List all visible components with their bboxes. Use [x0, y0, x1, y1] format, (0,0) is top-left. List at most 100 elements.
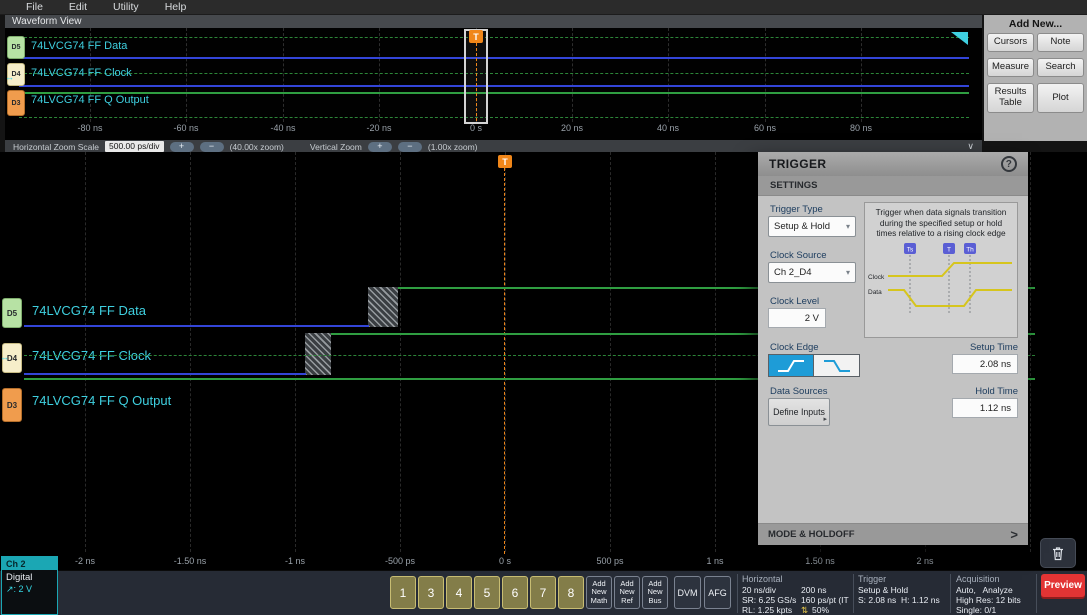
horizontal-zoom-label: Horizontal Zoom Scale	[13, 142, 99, 152]
status-bar: 1 3 4 5 6 7 8 Add New Math Add New Ref A…	[0, 570, 1087, 615]
v-zoom-out-button[interactable]: −	[398, 142, 422, 152]
acquisition-status-title[interactable]: Acquisition	[956, 574, 1000, 584]
digital-channel-button-3[interactable]: 3	[418, 576, 444, 609]
chevron-down-icon: ▾	[846, 222, 850, 231]
menu-file[interactable]: File	[26, 1, 43, 13]
clock-edge-label: Clock Edge	[770, 342, 819, 353]
digital-channel-button-7[interactable]: 7	[530, 576, 556, 609]
afg-button[interactable]: AFG	[704, 576, 731, 609]
zoom-region-box[interactable]	[464, 29, 488, 124]
setup-time-label: Setup Time	[970, 342, 1018, 353]
setup-hold-diagram: Ts T Th Clock Data	[866, 242, 1016, 316]
grid-line	[295, 152, 296, 552]
waveform-view-header: Waveform View	[5, 15, 982, 28]
axis-label: -80 ns	[77, 123, 102, 133]
add-new-bus-button[interactable]: Add New Bus	[642, 576, 668, 609]
falling-edge-icon	[822, 359, 852, 373]
search-button[interactable]: Search	[1037, 58, 1084, 77]
plot-button[interactable]: Plot	[1037, 83, 1084, 113]
v-zoom-in-button[interactable]: +	[368, 142, 392, 152]
add-new-ref-button[interactable]: Add New Ref	[614, 576, 640, 609]
digital-channel-button-1[interactable]: 1	[390, 576, 416, 609]
trace-d3-low-ref	[19, 117, 969, 118]
preview-button[interactable]: Preview	[1041, 574, 1085, 597]
updown-icon: ⇅	[801, 605, 808, 615]
falling-edge-button[interactable]	[814, 354, 860, 377]
clock-source-label: Clock Source	[770, 250, 827, 261]
channel-badge-d3[interactable]: D3	[2, 388, 22, 422]
trigger-times-status: S: 2.08 ns H: 1.12 ns	[858, 595, 940, 605]
clock-level-input[interactable]: 2 V	[768, 308, 826, 328]
clock-source-value: Ch 2_D4	[774, 267, 812, 278]
menu-utility[interactable]: Utility	[113, 1, 139, 13]
clock-source-select[interactable]: Ch 2_D4 ▾	[768, 262, 856, 283]
settings-tab-label: SETTINGS	[770, 180, 818, 191]
axis-label: -20 ns	[366, 123, 391, 133]
define-inputs-button[interactable]: Define Inputs ▸	[768, 398, 830, 426]
acquisition-single: Single: 0/1	[956, 605, 996, 615]
add-new-math-button[interactable]: Add New Math	[586, 576, 612, 609]
transition-region-d4	[305, 333, 331, 375]
channel-name: Ch 2	[2, 557, 57, 570]
grid-line	[379, 28, 380, 122]
setup-time-input[interactable]: 2.08 ns	[952, 354, 1018, 374]
digital-channel-button-5[interactable]: 5	[474, 576, 500, 609]
note-button[interactable]: Note	[1037, 33, 1084, 52]
clock-edge-selector	[768, 354, 860, 377]
trash-icon	[1050, 545, 1066, 562]
results-table-button[interactable]: Results Table	[987, 83, 1034, 113]
t-flag-label: T	[947, 246, 951, 253]
trigger-type-select[interactable]: Setup & Hold ▾	[768, 216, 856, 237]
digital-channel-button-8[interactable]: 8	[558, 576, 584, 609]
channel-ch2-badge[interactable]: Ch 2 Digital ↗: 2 V	[1, 556, 58, 615]
h-zoom-out-button[interactable]: −	[200, 142, 224, 152]
rising-edge-button[interactable]	[768, 354, 814, 377]
th-flag-label: Th	[966, 246, 974, 253]
trace-d4-low	[19, 85, 969, 87]
diagram-clock-label: Clock	[868, 274, 885, 281]
axis-label: -1 ns	[285, 556, 305, 566]
grid-line	[715, 152, 716, 552]
horizontal-zoom-factor: (40.00x zoom)	[230, 142, 284, 152]
channel-badge-d5[interactable]: D5	[2, 298, 22, 328]
hold-time-input[interactable]: 1.12 ns	[952, 398, 1018, 418]
cursors-button[interactable]: Cursors	[987, 33, 1034, 52]
rising-edge-icon: ↗	[6, 584, 14, 594]
axis-label: -60 ns	[173, 123, 198, 133]
trigger-panel-header[interactable]: TRIGGER ?	[758, 152, 1028, 176]
horizontal-status-title[interactable]: Horizontal	[742, 574, 783, 584]
digital-channel-button-6[interactable]: 6	[502, 576, 528, 609]
vertical-zoom-factor: (1.00x zoom)	[428, 142, 478, 152]
channel-badge-d3[interactable]: D3	[7, 90, 25, 116]
trigger-marker-icon[interactable]: T	[469, 30, 483, 43]
waveform-overview[interactable]: D5 D4 D3 ↔ 74LVCG74 FF Data 74LVCG74 FF …	[5, 28, 982, 140]
trigger-marker-icon[interactable]: T	[498, 155, 512, 168]
clock-level-label: Clock Level	[770, 296, 819, 307]
acquisition-mode: Auto, Analyze	[956, 585, 1013, 595]
channel-label-qout: 74LVCG74 FF Q Output	[32, 393, 171, 408]
channel-badge-d5[interactable]: D5	[7, 36, 25, 59]
horizontal-position: 50%	[812, 605, 829, 615]
mode-holdoff-label: MODE & HOLDOFF	[768, 529, 855, 540]
overview-marker-icon[interactable]	[951, 32, 968, 45]
trigger-type-value: Setup & Hold	[774, 221, 830, 232]
axis-label: -1.50 ns	[174, 556, 207, 566]
digital-channel-button-4[interactable]: 4	[446, 576, 472, 609]
trigger-status-title[interactable]: Trigger	[858, 574, 886, 584]
chevron-down-icon[interactable]: ∨	[967, 141, 974, 152]
dvm-button[interactable]: DVM	[674, 576, 701, 609]
mode-holdoff-section-button[interactable]: MODE & HOLDOFF >	[758, 523, 1028, 545]
h-zoom-in-button[interactable]: +	[170, 142, 194, 152]
help-icon[interactable]: ?	[1001, 156, 1017, 172]
acquisition-detail: High Res: 12 bits	[956, 595, 1021, 605]
trash-button[interactable]	[1040, 538, 1076, 568]
grid-line	[861, 28, 862, 122]
horizontal-scale-input[interactable]: 500.00 ps/div	[105, 141, 164, 152]
measure-button[interactable]: Measure	[987, 58, 1034, 77]
menu-help[interactable]: Help	[165, 1, 187, 13]
channel-label-data: 74LVCG74 FF Data	[32, 303, 146, 318]
trigger-panel: TRIGGER ? SETTINGS Trigger Type Setup & …	[758, 152, 1028, 545]
menu-edit[interactable]: Edit	[69, 1, 87, 13]
channel-level: ↗: 2 V	[2, 583, 57, 595]
settings-tab[interactable]: SETTINGS	[758, 176, 1028, 196]
